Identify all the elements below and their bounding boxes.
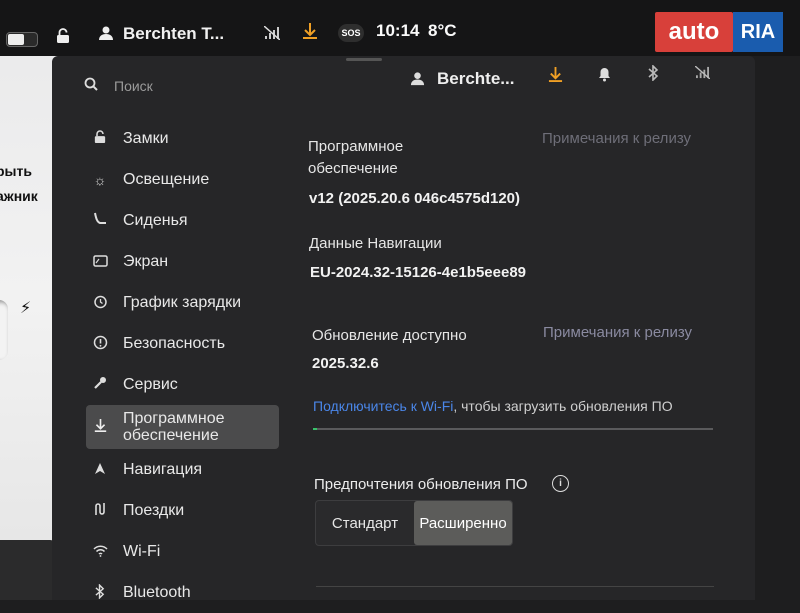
update-release-notes-link[interactable]: Примечания к релизу (543, 324, 692, 341)
car-object (0, 300, 8, 360)
connect-wifi-link[interactable]: Подключитесь к Wi-Fi (313, 398, 453, 414)
update-preference-selector: Стандарт Расширенно (315, 500, 513, 546)
watermark-ria: RIA (733, 12, 783, 52)
download-icon[interactable] (302, 22, 318, 45)
user-icon[interactable] (98, 25, 114, 46)
navigation-icon (89, 462, 111, 478)
sidebar-item-label: Поездки (123, 501, 185, 519)
sidebar-item-label: Сиденья (123, 211, 188, 229)
section-divider (316, 586, 714, 587)
software-version: v12 (2025.20.6 046c4575d120) (309, 190, 521, 207)
clock-time: 10:14 (376, 21, 420, 40)
sidebar-item-locks[interactable]: Замки (86, 118, 286, 159)
sidebar-item-label: Программное обеспечение (123, 410, 225, 444)
sidebar-item-label: Bluetooth (123, 583, 191, 601)
watermark-auto: auto (655, 12, 733, 52)
sidebar-item-label: График зарядки (123, 293, 241, 311)
sidebar-item-label: Освещение (123, 170, 210, 188)
download-progress-bar (313, 428, 713, 430)
alarm-clock-icon (89, 294, 111, 312)
update-available-label: Обновление доступно (312, 327, 467, 344)
alert-circle-icon (89, 335, 111, 353)
header-download-icon[interactable] (548, 66, 563, 88)
status-user-name[interactable]: Berchten T... (123, 24, 224, 44)
bluetooth-icon (89, 582, 111, 602)
option-standard[interactable]: Стандарт (316, 501, 414, 545)
sidebar-item-software[interactable]: Программное обеспечение (86, 405, 279, 449)
left-text-fragment-1: рыть (0, 163, 32, 179)
charging-bolt-icon: ⚡ (20, 300, 32, 317)
info-icon[interactable]: i (552, 475, 569, 492)
outside-temperature: 8°C (428, 21, 457, 40)
sidebar-item-label: Сервис (123, 375, 178, 393)
search-input[interactable] (112, 74, 316, 98)
lock-icon[interactable] (56, 28, 70, 48)
left-dark-block (0, 540, 56, 600)
update-preferences-label: Предпочтения обновления ПО (314, 476, 528, 493)
bell-icon[interactable] (598, 67, 611, 85)
seat-icon (89, 212, 111, 229)
wifi-prompt-text: , чтобы загрузить обновления ПО (453, 398, 673, 414)
sidebar-item-label: Экран (123, 252, 169, 270)
download-progress-fill (313, 428, 317, 430)
sidebar-item-lighting[interactable]: ☼ Освещение (86, 159, 286, 200)
sidebar-item-service[interactable]: Сервис (86, 364, 286, 405)
sidebar-item-label: Wi-Fi (123, 542, 161, 560)
settings-sidebar: Замки ☼ Освещение Сиденья Экран График з… (86, 118, 286, 613)
light-icon: ☼ (93, 171, 107, 188)
battery-icon (6, 32, 38, 47)
watermark-logo: auto RIA (655, 10, 790, 54)
sidebar-item-label: Замки (123, 129, 169, 147)
trips-icon (89, 502, 111, 519)
navigation-data-label: Данные Навигации (309, 235, 442, 252)
wifi-prompt: Подключитесь к Wi-Fi, чтобы загрузить об… (313, 398, 673, 414)
release-notes-link[interactable]: Примечания к релизу (542, 130, 691, 147)
header-no-signal-icon (694, 65, 711, 82)
sidebar-item-wifi[interactable]: Wi-Fi (86, 531, 286, 572)
sidebar-item-seats[interactable]: Сиденья (86, 200, 286, 241)
sidebar-item-trips[interactable]: Поездки (86, 490, 286, 531)
sidebar-item-safety[interactable]: Безопасность (86, 323, 286, 364)
header-bluetooth-icon[interactable] (648, 64, 659, 85)
wrench-icon (89, 376, 111, 393)
sidebar-item-display[interactable]: Экран (86, 241, 286, 282)
sidebar-item-charging-schedule[interactable]: График зарядки (86, 282, 286, 323)
header-user-icon[interactable] (410, 71, 425, 91)
no-signal-icon (263, 25, 281, 43)
download-icon (89, 418, 111, 437)
left-text-fragment-2: ажник (0, 188, 38, 204)
software-section-title: Программное обеспечение (308, 138, 404, 177)
display-icon (89, 254, 111, 270)
option-advanced[interactable]: Расширенно (414, 501, 512, 545)
wifi-icon (89, 544, 111, 560)
car-view-background: рыть ажник ⚡ (0, 0, 60, 600)
header-user-name[interactable]: Berchte... (437, 69, 514, 89)
sidebar-item-label: Навигация (123, 460, 203, 478)
sidebar-item-navigation[interactable]: Навигация (86, 449, 286, 490)
search-icon[interactable] (84, 77, 98, 94)
update-version: 2025.32.6 (312, 355, 379, 372)
lock-icon (89, 130, 111, 147)
panel-header: Berchte... (52, 60, 755, 102)
navigation-data-value: EU-2024.32-15126-4e1b5eee89 (310, 264, 526, 281)
sidebar-item-label: Безопасность (123, 334, 226, 352)
sos-badge: SOS (338, 24, 364, 42)
sidebar-item-bluetooth[interactable]: Bluetooth (86, 572, 286, 613)
